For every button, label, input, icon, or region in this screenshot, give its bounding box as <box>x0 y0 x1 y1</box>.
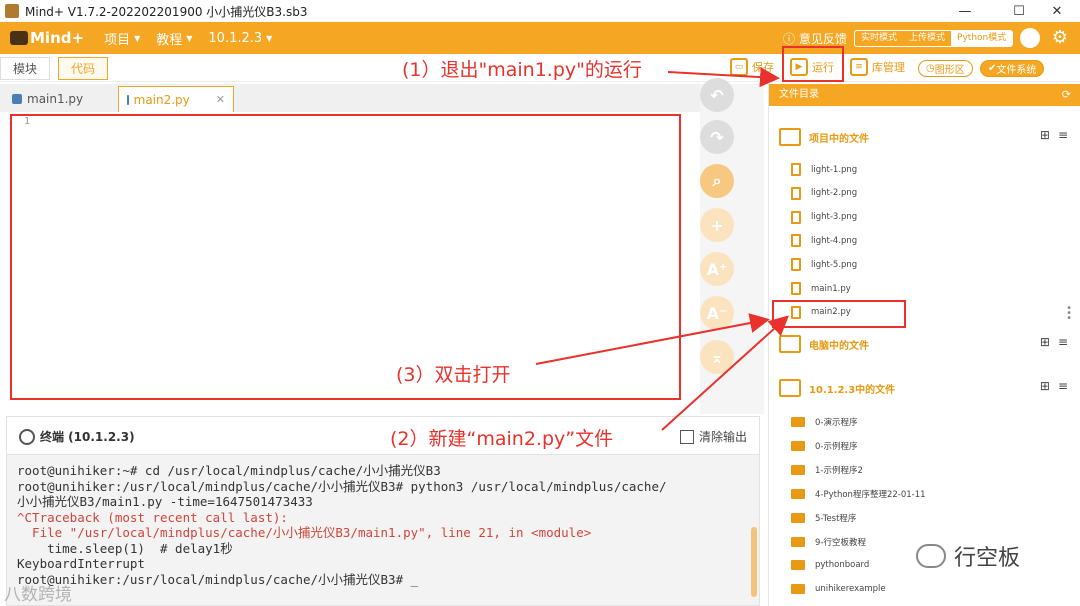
annotation-step3: (3）双击打开 <box>396 364 511 386</box>
annotation-arrows <box>535 67 789 431</box>
annotation-step2: (2）新建“main2.py”文件 <box>390 428 614 450</box>
watermark-brand: 行空板 <box>916 540 1020 572</box>
arrow-from-new-file <box>661 315 789 431</box>
arrow-to-run <box>667 67 780 88</box>
annotation-step1: (1）退出"main1.py"的运行 <box>402 59 642 81</box>
wechat-icon <box>916 544 946 568</box>
arrow-to-main2 <box>535 313 770 365</box>
watermark-corner: 八数跨境 <box>4 585 72 605</box>
